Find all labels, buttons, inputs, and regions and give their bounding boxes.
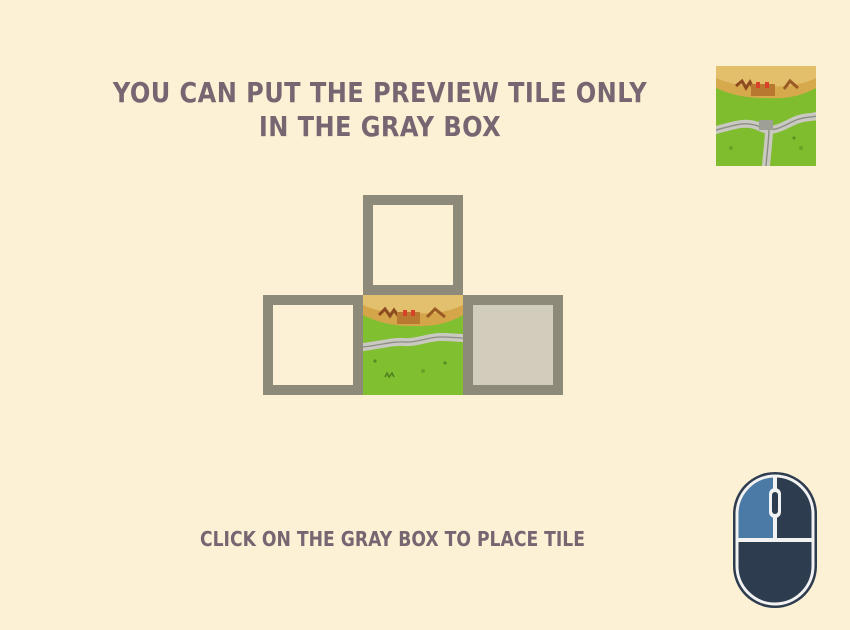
- placement-slot-left[interactable]: [263, 295, 363, 395]
- click-instruction: Click on the gray box to place tile: [199, 527, 586, 551]
- preview-tile-image: [716, 66, 816, 166]
- board-tile-placed: [363, 295, 463, 395]
- placement-slot-right-gray-box[interactable]: [463, 295, 563, 395]
- placement-slot-top[interactable]: [363, 195, 463, 295]
- preview-tile: [716, 66, 816, 166]
- placement-instruction-title: You can put the preview tile only in the…: [112, 76, 648, 143]
- board-tile-image: [363, 295, 463, 395]
- mouse-left-click-icon-svg: [733, 472, 817, 608]
- mouse-left-click-icon: [731, 470, 819, 610]
